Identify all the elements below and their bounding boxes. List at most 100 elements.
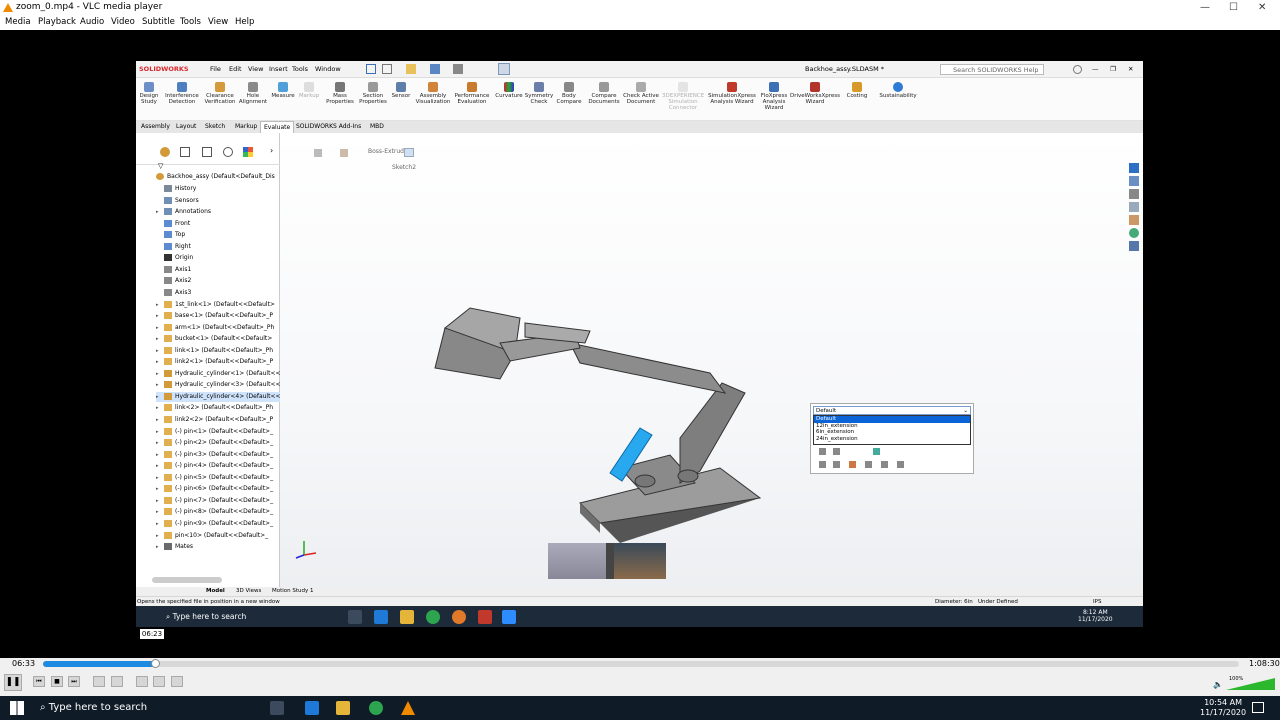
display-manager-icon[interactable] [243, 147, 253, 157]
shuffle-button[interactable] [171, 676, 183, 687]
ribbon-interference-detection[interactable]: Interference Detection [164, 82, 200, 105]
fullscreen-button[interactable] [93, 676, 105, 687]
next-button[interactable]: ⏭ [68, 676, 80, 687]
outer-chrome-icon[interactable] [369, 701, 383, 715]
expand-arrow-icon[interactable]: ▸ [156, 357, 164, 367]
hide-icon[interactable] [881, 461, 888, 468]
ribbon-driveworksxpress[interactable]: DriveWorksXpress Wizard [790, 82, 840, 105]
tab-motion-study-1[interactable]: Motion Study 1 [272, 587, 314, 596]
appearances-icon[interactable] [1129, 215, 1139, 225]
expand-arrow-icon[interactable]: ▸ [156, 334, 164, 344]
menu-playback[interactable]: Playback [38, 15, 76, 30]
ribbon-curvature[interactable]: Curvature [494, 82, 524, 99]
ribbon-design-study[interactable]: Design Study [138, 82, 160, 105]
tree-item[interactable]: ▸ pin<10> (Default<<Default>_ [156, 531, 280, 541]
close-button[interactable]: ✕ [1258, 0, 1266, 15]
save-icon[interactable] [430, 64, 440, 74]
tree-item[interactable]: Top [156, 230, 280, 240]
tab-layout[interactable]: Layout [173, 121, 199, 133]
sw-menu-file[interactable]: File [210, 61, 221, 78]
tree-item[interactable]: ▸ (-) pin<2> (Default<<Default>_ [156, 438, 280, 448]
loop-button[interactable] [153, 676, 165, 687]
outer-file-explorer-icon[interactable] [336, 701, 350, 715]
feature-manager-icon[interactable] [160, 147, 170, 157]
select-icon[interactable] [498, 63, 510, 75]
sw-search-input[interactable]: Search SOLIDWORKS Help [940, 64, 1044, 75]
expand-arrow-icon[interactable]: ▸ [156, 207, 164, 217]
tab-markup[interactable]: Markup [232, 121, 260, 133]
menu-audio[interactable]: Audio [80, 15, 104, 30]
ribbon-compare-documents[interactable]: Compare Documents [586, 82, 622, 105]
outer-search-box[interactable]: ⌕ Type here to search [40, 701, 147, 715]
chrome-icon[interactable] [426, 610, 440, 624]
expand-arrow-icon[interactable]: › [270, 146, 273, 155]
tree-item[interactable]: Axis2 [156, 276, 280, 286]
ribbon-mass-properties[interactable]: Mass Properties [324, 82, 356, 105]
ribbon-section-properties[interactable]: Section Properties [356, 82, 390, 105]
tree-item[interactable]: Right [156, 242, 280, 252]
previous-button[interactable]: ⏮ [33, 676, 45, 687]
open-part-icon[interactable] [819, 461, 826, 468]
windows-start-icon[interactable] [10, 701, 24, 715]
ribbon-performance-evaluation[interactable]: Performance Evaluation [452, 82, 492, 105]
scenes-icon[interactable] [1129, 228, 1139, 238]
sw-minimize-button[interactable]: — [1092, 61, 1099, 78]
ribbon-floxpress[interactable]: FloXpress Analysis Wizard [758, 82, 790, 111]
solidworks-taskbar-icon[interactable] [478, 610, 492, 624]
ribbon-clearance-verification[interactable]: Clearance Verification [202, 82, 238, 105]
expand-arrow-icon[interactable]: ▸ [156, 311, 164, 321]
speaker-icon[interactable]: 🔈 [1213, 680, 1223, 689]
tree-item[interactable]: ▸ arm<1> (Default<<Default>_Ph [156, 323, 280, 333]
tree-root[interactable]: Backhoe_assy (Default<Default_Dis [156, 172, 280, 182]
dimxpert-icon[interactable] [223, 147, 233, 157]
expand-arrow-icon[interactable]: ▸ [156, 403, 164, 413]
expand-arrow-icon[interactable]: ▸ [156, 484, 164, 494]
context-toolbar-icon[interactable] [819, 448, 826, 455]
tree-item[interactable]: ▸ (-) pin<5> (Default<<Default>_ [156, 473, 280, 483]
tree-item[interactable]: ▸ (-) pin<1> (Default<<Default>_ [156, 427, 280, 437]
transparency-icon[interactable] [897, 461, 904, 468]
menu-tools[interactable]: Tools [180, 15, 201, 30]
design-library-icon[interactable] [1129, 176, 1139, 186]
tree-item[interactable]: History [156, 184, 280, 194]
expand-arrow-icon[interactable]: ▸ [156, 392, 164, 402]
menu-view[interactable]: View [208, 15, 228, 30]
tree-item[interactable]: ▸ bucket<1> (Default<<Default> [156, 334, 280, 344]
tree-item[interactable]: Axis3 [156, 288, 280, 298]
expand-arrow-icon[interactable]: ▸ [156, 450, 164, 460]
zoom-to-selection-icon[interactable] [833, 461, 840, 468]
sw-menu-insert[interactable]: Insert [269, 61, 288, 78]
print-icon[interactable] [453, 64, 463, 74]
expand-arrow-icon[interactable]: ▸ [156, 346, 164, 356]
expand-arrow-icon[interactable]: ▸ [156, 473, 164, 483]
tree-item[interactable]: ▸ link<2> (Default<<Default>_Ph [156, 403, 280, 413]
option-24in-extension[interactable]: 24in_extension [814, 436, 970, 443]
notification-icon[interactable] [1252, 702, 1264, 713]
new-document-icon[interactable] [382, 64, 392, 74]
open-icon[interactable] [406, 64, 416, 74]
outer-task-view-icon[interactable] [270, 701, 284, 715]
maximize-button[interactable]: ☐ [1229, 0, 1238, 15]
ribbon-body-compare[interactable]: Body Compare [555, 82, 583, 105]
expand-arrow-icon[interactable]: ▸ [156, 369, 164, 379]
expand-arrow-icon[interactable]: ▸ [156, 415, 164, 425]
expand-arrow-icon[interactable]: ▸ [156, 438, 164, 448]
ribbon-hole-alignment[interactable]: Hole Alignment [238, 82, 268, 105]
expand-arrow-icon[interactable]: ▸ [156, 542, 164, 552]
ribbon-sustainability[interactable]: Sustainability [878, 82, 918, 99]
tree-item[interactable]: Origin [156, 253, 280, 263]
edge-icon[interactable] [374, 610, 388, 624]
tree-item[interactable]: ▸ (-) pin<4> (Default<<Default>_ [156, 461, 280, 471]
sw-menu-view[interactable]: View [248, 61, 263, 78]
tree-item[interactable]: ▸ link2<2> (Default<<Default>_P [156, 415, 280, 425]
tab-solidworks-add-ins[interactable]: SOLIDWORKS Add-Ins [293, 121, 364, 133]
ribbon-sensor[interactable]: Sensor [389, 82, 413, 99]
tree-item[interactable]: ▸ (-) pin<9> (Default<<Default>_ [156, 519, 280, 529]
ribbon-assembly-visualization[interactable]: Assembly Visualization [414, 82, 452, 105]
sw-menu-edit[interactable]: Edit [229, 61, 242, 78]
expand-arrow-icon[interactable]: ▸ [156, 496, 164, 506]
seek-bar[interactable] [43, 659, 1239, 668]
appearance-icon[interactable] [873, 448, 880, 455]
tab-model[interactable]: Model [206, 587, 225, 596]
inner-search-box[interactable]: ⌕ Type here to search [166, 611, 311, 623]
